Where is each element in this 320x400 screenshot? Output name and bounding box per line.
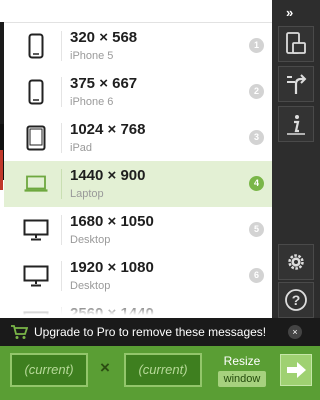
item-separator	[61, 169, 62, 199]
device-item[interactable]: 375 × 667 iPhone 6 2	[4, 69, 272, 115]
svg-text:?: ?	[292, 292, 301, 308]
phone-icon	[16, 23, 56, 69]
device-number-badge: 2	[249, 84, 264, 99]
device-text: 1680 × 1050 Desktop	[70, 213, 154, 247]
resize-label: Resize	[223, 354, 261, 368]
settings-gear-icon	[288, 254, 304, 270]
device-name: Desktop	[70, 280, 111, 292]
item-separator	[61, 77, 62, 107]
device-text: 375 × 667 iPhone 6	[70, 75, 137, 109]
device-name: iPhone 6	[70, 96, 114, 108]
monitor-icon	[16, 253, 56, 299]
device-item[interactable]: 1440 × 900 Laptop 4	[4, 161, 272, 207]
device-item[interactable]: 1920 × 1080 Desktop 6	[4, 253, 272, 299]
device-number-badge: 6	[249, 268, 264, 283]
device-size: 1440 × 900	[70, 167, 146, 184]
settings-button[interactable]	[278, 244, 314, 280]
help-button[interactable]: ?	[278, 282, 314, 318]
phone-icon	[16, 69, 56, 115]
resize-bar: (current) × (current) Resize window	[0, 346, 320, 400]
upgrade-link[interactable]: Upgrade to Pro to remove these messages!	[34, 325, 266, 339]
info-button[interactable]	[278, 106, 314, 142]
list-fade	[4, 301, 272, 315]
monitor-icon	[16, 207, 56, 253]
device-size: 375 × 667	[70, 75, 138, 92]
device-text: 1920 × 1080 Desktop	[70, 259, 154, 293]
redirect-button[interactable]	[278, 66, 314, 102]
item-separator	[61, 123, 62, 153]
cart-icon	[10, 324, 29, 345]
rotate-device-button[interactable]	[278, 26, 314, 62]
device-item[interactable]: 320 × 568 iPhone 5 1	[4, 23, 272, 69]
device-size: 1920 × 1080	[70, 259, 154, 276]
tablet-icon	[16, 115, 56, 161]
device-number-badge: 1	[249, 38, 264, 53]
resize-go-button[interactable]	[280, 354, 312, 386]
upgrade-banner: Upgrade to Pro to remove these messages!…	[0, 318, 320, 346]
device-number-badge: 3	[249, 130, 264, 145]
device-name: iPhone 5	[70, 50, 114, 62]
close-banner-button[interactable]: ×	[288, 325, 302, 339]
device-size: 1024 × 768	[70, 121, 146, 138]
right-toolbar: » ?	[272, 0, 320, 320]
help-icon: ?	[285, 289, 307, 311]
device-text: 1024 × 768 iPad	[70, 121, 146, 155]
height-input[interactable]: (current)	[124, 353, 202, 387]
device-size: 1680 × 1050	[70, 213, 154, 230]
device-number-badge: 5	[249, 222, 264, 237]
times-sign: ×	[100, 358, 110, 377]
device-text: 1440 × 900 Laptop	[70, 167, 146, 201]
device-list: 320 × 568 iPhone 5 1 375 × 667 iPhone 6 2 1024…	[4, 22, 272, 315]
device-item[interactable]: 1680 × 1050 Desktop 5	[4, 207, 272, 253]
resize-window-label[interactable]: Resize window	[214, 354, 270, 387]
device-item[interactable]: 1024 × 768 iPad 3	[4, 115, 272, 161]
item-separator	[61, 261, 62, 291]
rotate-device-icon	[286, 32, 306, 54]
info-icon	[287, 115, 305, 135]
device-size: 320 × 568	[70, 29, 138, 46]
collapse-panel-button[interactable]: »	[286, 5, 293, 20]
item-separator	[61, 215, 62, 245]
laptop-icon	[16, 161, 56, 207]
redirect-arrow-icon	[287, 74, 307, 94]
device-name: Laptop	[70, 188, 104, 200]
device-number-badge: 4	[249, 176, 264, 191]
device-name: Desktop	[70, 234, 111, 246]
item-separator	[61, 31, 62, 61]
device-name: iPad	[70, 142, 93, 154]
arrow-right-icon	[287, 362, 306, 378]
device-text: 320 × 568 iPhone 5	[70, 29, 137, 63]
background-red-accent	[0, 150, 3, 190]
width-input[interactable]: (current)	[10, 353, 88, 387]
window-label: window	[217, 371, 267, 387]
